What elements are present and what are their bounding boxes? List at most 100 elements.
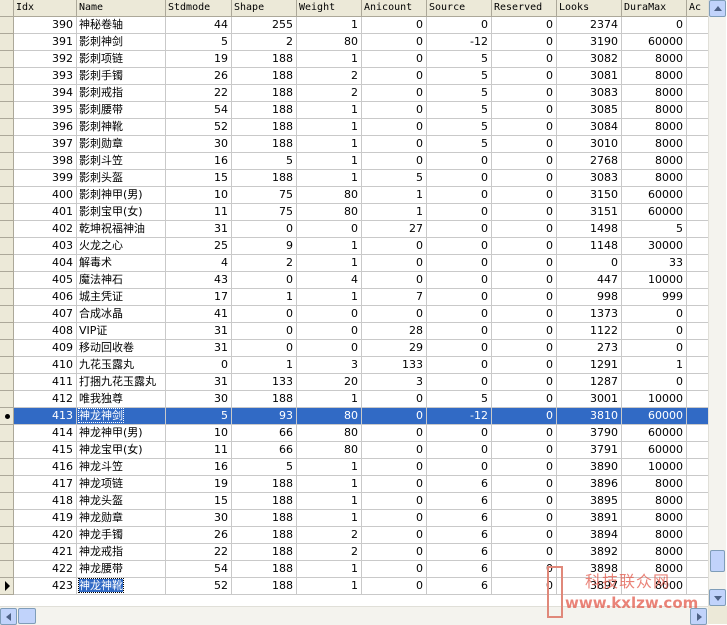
cell-name[interactable]: 合成冰晶 <box>77 306 166 323</box>
vertical-scrollbar[interactable] <box>708 0 726 606</box>
cell-stdmode[interactable]: 31 <box>166 374 232 391</box>
cell-anicount[interactable]: 0 <box>362 238 427 255</box>
cell-stdmode[interactable]: 30 <box>166 391 232 408</box>
cell-source[interactable]: 0 <box>427 306 492 323</box>
cell-reserved[interactable]: 0 <box>492 374 557 391</box>
cell-weight[interactable]: 1 <box>297 51 362 68</box>
cell-ac[interactable] <box>687 187 708 204</box>
cell-idx[interactable]: 421 <box>14 544 77 561</box>
cell-weight[interactable]: 1 <box>297 17 362 34</box>
cell-stdmode[interactable]: 0 <box>166 357 232 374</box>
cell-stdmode[interactable]: 19 <box>166 476 232 493</box>
cell-weight[interactable]: 20 <box>297 374 362 391</box>
cell-looks[interactable]: 1291 <box>557 357 622 374</box>
cell-name[interactable]: 九花玉露丸 <box>77 357 166 374</box>
cell-name[interactable]: 魔法神石 <box>77 272 166 289</box>
cell-reserved[interactable]: 0 <box>492 153 557 170</box>
table-row[interactable]: 419 神龙勋章 30 188 1 0 6 0 3891 8000 <box>0 510 708 527</box>
cell-looks[interactable]: 2374 <box>557 17 622 34</box>
cell-duramax[interactable]: 0 <box>622 323 687 340</box>
cell-name[interactable]: 影刺神靴 <box>77 119 166 136</box>
cell-ac[interactable] <box>687 204 708 221</box>
cell-ac[interactable] <box>687 527 708 544</box>
cell-name[interactable]: 神龙手镯 <box>77 527 166 544</box>
cell-anicount[interactable]: 0 <box>362 442 427 459</box>
cell-source[interactable]: 0 <box>427 204 492 221</box>
cell-source[interactable]: 6 <box>427 527 492 544</box>
cell-idx[interactable]: 422 <box>14 561 77 578</box>
cell-looks[interactable]: 3083 <box>557 85 622 102</box>
cell-weight[interactable]: 1 <box>297 578 362 595</box>
cell-weight[interactable]: 0 <box>297 340 362 357</box>
cell-stdmode[interactable]: 15 <box>166 170 232 187</box>
cell-name[interactable]: 影刺项链 <box>77 51 166 68</box>
cell-source[interactable]: 0 <box>427 442 492 459</box>
cell-anicount[interactable]: 0 <box>362 34 427 51</box>
row-selector[interactable] <box>0 204 14 221</box>
cell-source[interactable]: 0 <box>427 221 492 238</box>
cell-weight[interactable]: 3 <box>297 357 362 374</box>
cell-shape[interactable]: 1 <box>232 289 297 306</box>
cell-anicount[interactable]: 0 <box>362 493 427 510</box>
cell-looks[interactable]: 1498 <box>557 221 622 238</box>
cell-weight[interactable]: 0 <box>297 221 362 238</box>
cell-weight[interactable]: 1 <box>297 459 362 476</box>
table-row[interactable]: 393 影刺手镯 26 188 2 0 5 0 3081 8000 <box>0 68 708 85</box>
cell-source[interactable]: 0 <box>427 374 492 391</box>
cell-idx[interactable]: 417 <box>14 476 77 493</box>
cell-stdmode[interactable]: 5 <box>166 34 232 51</box>
cell-shape[interactable]: 188 <box>232 170 297 187</box>
cell-reserved[interactable]: 0 <box>492 476 557 493</box>
table-row[interactable]: 396 影刺神靴 52 188 1 0 5 0 3084 8000 <box>0 119 708 136</box>
cell-name[interactable]: 神龙头盔 <box>77 493 166 510</box>
cell-source[interactable]: 5 <box>427 51 492 68</box>
row-selector[interactable] <box>0 459 14 476</box>
cell-duramax[interactable]: 8000 <box>622 493 687 510</box>
cell-reserved[interactable]: 0 <box>492 425 557 442</box>
cell-stdmode[interactable]: 11 <box>166 204 232 221</box>
cell-duramax[interactable]: 10000 <box>622 391 687 408</box>
cell-looks[interactable]: 1122 <box>557 323 622 340</box>
cell-name[interactable]: 神龙神甲(男) <box>77 425 166 442</box>
cell-looks[interactable]: 3894 <box>557 527 622 544</box>
cell-duramax[interactable]: 8000 <box>622 510 687 527</box>
cell-weight[interactable]: 1 <box>297 289 362 306</box>
cell-name[interactable]: 影刺腰带 <box>77 102 166 119</box>
cell-idx[interactable]: 405 <box>14 272 77 289</box>
table-row[interactable]: 408 VIP证 31 0 0 28 0 0 1122 0 <box>0 323 708 340</box>
cell-idx[interactable]: 398 <box>14 153 77 170</box>
cell-anicount[interactable]: 1 <box>362 204 427 221</box>
cell-duramax[interactable]: 8000 <box>622 68 687 85</box>
cell-weight[interactable]: 80 <box>297 442 362 459</box>
cell-reserved[interactable]: 0 <box>492 34 557 51</box>
cell-ac[interactable] <box>687 391 708 408</box>
cell-idx[interactable]: 410 <box>14 357 77 374</box>
cell-source[interactable]: 5 <box>427 119 492 136</box>
cell-idx[interactable]: 399 <box>14 170 77 187</box>
cell-duramax[interactable]: 999 <box>622 289 687 306</box>
cell-looks[interactable]: 3010 <box>557 136 622 153</box>
table-row[interactable]: 420 神龙手镯 26 188 2 0 6 0 3894 8000 <box>0 527 708 544</box>
cell-name[interactable]: 神龙戒指 <box>77 544 166 561</box>
cell-reserved[interactable]: 0 <box>492 323 557 340</box>
cell-stdmode[interactable]: 31 <box>166 221 232 238</box>
cell-looks[interactable]: 3790 <box>557 425 622 442</box>
column-header-stdmode[interactable]: Stdmode <box>166 0 232 17</box>
cell-ac[interactable] <box>687 442 708 459</box>
cell-source[interactable]: 0 <box>427 272 492 289</box>
cell-duramax[interactable]: 60000 <box>622 204 687 221</box>
cell-weight[interactable]: 1 <box>297 102 362 119</box>
cell-duramax[interactable]: 60000 <box>622 187 687 204</box>
cell-stdmode[interactable]: 5 <box>166 408 232 425</box>
cell-name[interactable]: 影刺戒指 <box>77 85 166 102</box>
cell-reserved[interactable]: 0 <box>492 340 557 357</box>
cell-ac[interactable] <box>687 34 708 51</box>
cell-source[interactable]: 5 <box>427 102 492 119</box>
row-selector[interactable] <box>0 17 14 34</box>
column-header-idx[interactable]: Idx <box>14 0 77 17</box>
cell-ac[interactable] <box>687 136 708 153</box>
cell-stdmode[interactable]: 54 <box>166 561 232 578</box>
cell-name[interactable]: 打捆九花玉露丸 <box>77 374 166 391</box>
cell-idx[interactable]: 403 <box>14 238 77 255</box>
scroll-down-button[interactable] <box>709 589 726 606</box>
